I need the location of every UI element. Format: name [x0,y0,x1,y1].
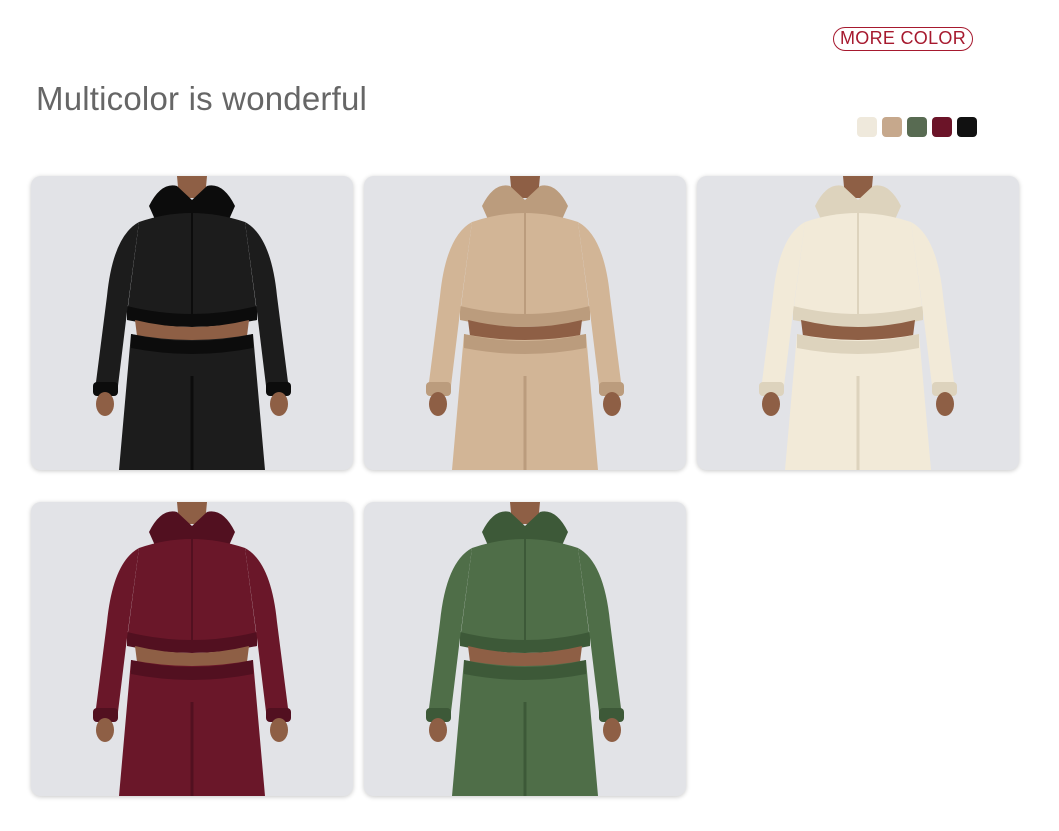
product-photo [31,176,353,470]
page-title: Multicolor is wonderful [36,80,368,117]
product-photo [364,502,686,796]
product-card-army-green[interactable] [364,502,686,796]
color-swatches [857,117,977,137]
product-card-cream[interactable] [697,176,1019,470]
swatch-cream[interactable] [857,117,877,137]
product-card-wine-red[interactable] [31,502,353,796]
swatch-wine-red[interactable] [932,117,952,137]
more-color-button[interactable]: MORE COLOR [833,27,973,51]
swatch-khaki[interactable] [882,117,902,137]
product-photo [31,502,353,796]
swatch-black[interactable] [957,117,977,137]
product-card-khaki[interactable] [364,176,686,470]
product-photo [697,176,1019,470]
product-card-black[interactable] [31,176,353,470]
product-photo [364,176,686,470]
swatch-army-green[interactable] [907,117,927,137]
color-showcase-page: MORE COLOR Multicolor is wonderful [0,0,1059,831]
